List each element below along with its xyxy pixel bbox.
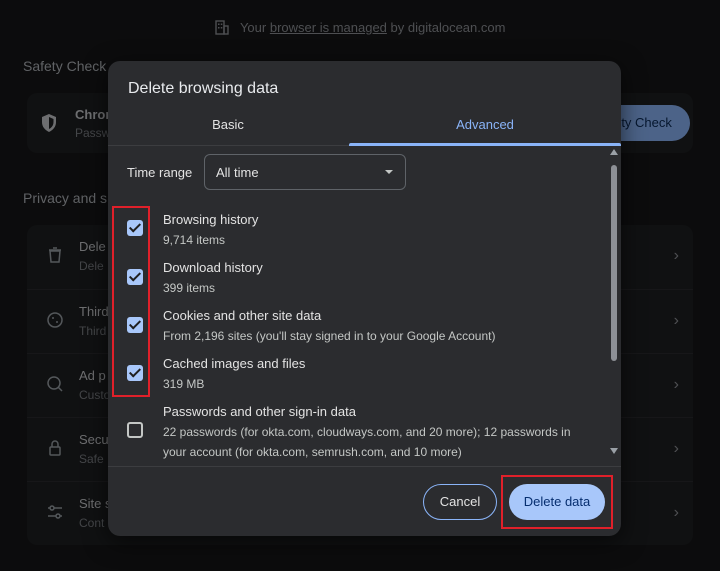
- option-title: Browsing history: [163, 212, 259, 227]
- scrollbar-thumb[interactable]: [611, 165, 617, 361]
- option-subtitle: 319 MB: [163, 377, 205, 391]
- cancel-button[interactable]: Cancel: [423, 484, 497, 520]
- option-title: Cookies and other site data: [163, 308, 322, 323]
- tab-bar: Basic Advanced: [108, 113, 621, 146]
- scroll-down-arrow-icon[interactable]: [610, 448, 618, 454]
- options-scroll-area[interactable]: Time range All time Browsing history 9,7…: [108, 146, 621, 466]
- checkbox-cookies[interactable]: [127, 317, 143, 333]
- option-subtitle: From 2,196 sites (you'll stay signed in …: [163, 329, 496, 343]
- tab-advanced[interactable]: Advanced: [349, 113, 621, 146]
- option-subtitle: 22 passwords (for okta.com, cloudways.co…: [163, 425, 571, 459]
- checkbox-cached-images[interactable]: [127, 365, 143, 381]
- tab-advanced-label: Advanced: [456, 117, 514, 132]
- delete-browsing-data-dialog: Delete browsing data Basic Advanced Time…: [108, 61, 621, 536]
- scroll-up-arrow-icon[interactable]: [610, 149, 618, 155]
- option-title: Cached images and files: [163, 356, 306, 371]
- time-range-label: Time range: [127, 165, 193, 180]
- option-title: Download history: [163, 260, 263, 275]
- dialog-title: Delete browsing data: [128, 80, 279, 97]
- option-subtitle: 9,714 items: [163, 233, 226, 247]
- scrollbar[interactable]: [610, 149, 618, 454]
- delete-button-highlight-box: Delete data: [501, 475, 613, 529]
- checkbox-passwords[interactable]: [127, 422, 143, 438]
- checkbox-download-history[interactable]: [127, 269, 143, 285]
- tab-basic[interactable]: Basic: [108, 113, 348, 145]
- delete-data-button[interactable]: Delete data: [509, 484, 605, 520]
- time-range-value: All time: [216, 165, 259, 180]
- dropdown-caret-icon: [385, 170, 393, 174]
- checkbox-browsing-history[interactable]: [127, 220, 143, 236]
- option-subtitle: 399 items: [163, 281, 216, 295]
- option-title: Passwords and other sign-in data: [163, 404, 356, 419]
- time-range-select[interactable]: All time: [204, 154, 406, 190]
- dialog-footer: Cancel Delete data: [108, 466, 621, 536]
